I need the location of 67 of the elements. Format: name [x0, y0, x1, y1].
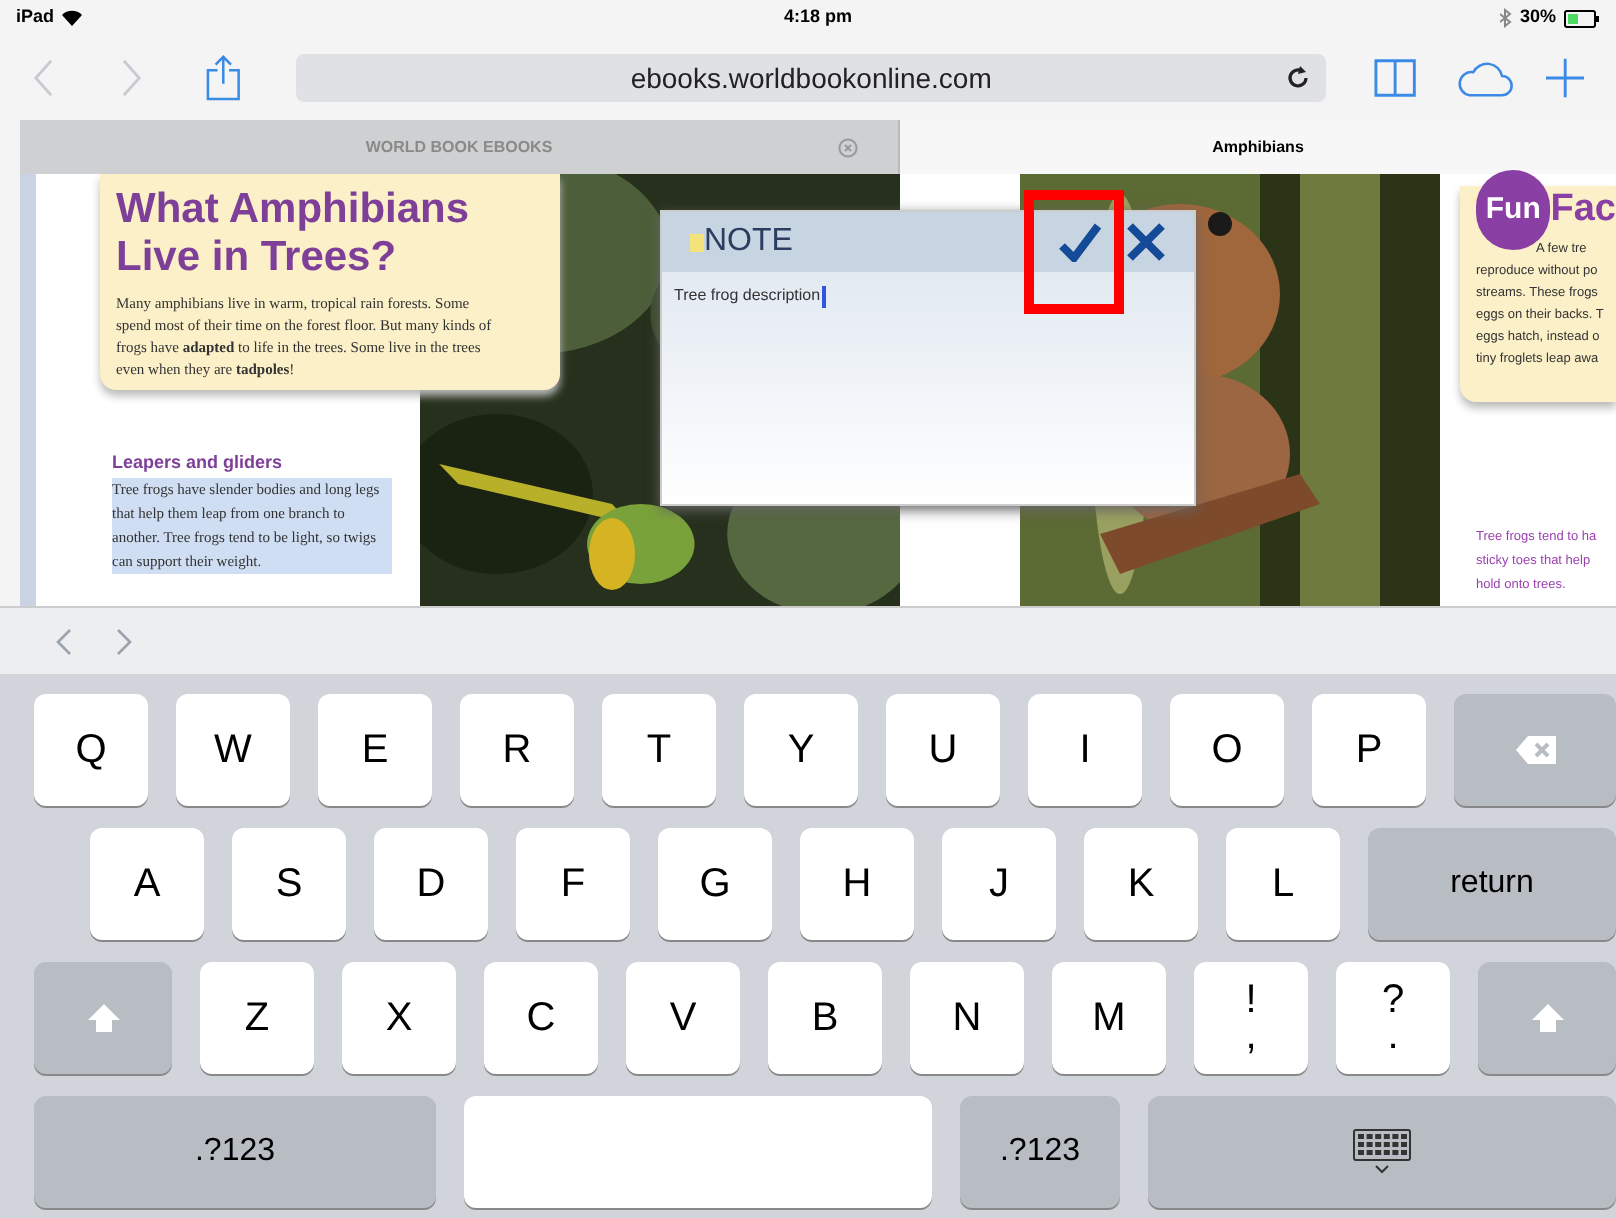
- fun-facts-title: Fac: [1550, 185, 1616, 234]
- check-icon[interactable]: [1058, 222, 1102, 262]
- device-name: iPad: [16, 4, 55, 31]
- shift-key[interactable]: [1478, 962, 1616, 1074]
- key[interactable]: A: [90, 828, 204, 940]
- key[interactable]: I: [1028, 694, 1142, 806]
- key[interactable]: P: [1312, 694, 1426, 806]
- key[interactable]: F: [516, 828, 630, 940]
- shift-key[interactable]: [34, 962, 172, 1074]
- key[interactable]: N: [910, 962, 1024, 1074]
- key-top-char: ?: [1381, 982, 1405, 1018]
- previous-field-icon[interactable]: [56, 627, 72, 655]
- return-key[interactable]: return: [1368, 828, 1616, 940]
- key[interactable]: H: [800, 828, 914, 940]
- key[interactable]: Q: [34, 694, 148, 806]
- key[interactable]: X: [342, 962, 456, 1074]
- key[interactable]: R: [460, 694, 574, 806]
- reload-icon[interactable]: [1285, 66, 1310, 90]
- key[interactable]: C: [484, 962, 598, 1074]
- address-field[interactable]: ebooks.worldbookonline.com: [296, 54, 1326, 102]
- key[interactable]: O: [1170, 694, 1284, 806]
- highlight-frame: [1024, 190, 1124, 314]
- text-cursor: [822, 285, 826, 307]
- key[interactable]: T: [602, 694, 716, 806]
- numbers-key[interactable]: .?123: [960, 1096, 1120, 1208]
- key[interactable]: Z: [200, 962, 314, 1074]
- note-icon: [690, 233, 704, 251]
- page-title: What Amphibians Live in Trees?: [116, 186, 472, 282]
- key-bottom-char: .: [1387, 1018, 1399, 1054]
- next-field-icon[interactable]: [116, 627, 132, 655]
- battery-percent: 30%: [1519, 4, 1556, 31]
- key-bottom-char: ,: [1245, 1018, 1257, 1054]
- key[interactable]: ? .: [1336, 962, 1450, 1074]
- key[interactable]: J: [942, 828, 1056, 940]
- key[interactable]: M: [1052, 962, 1166, 1074]
- shift-icon: [85, 1002, 121, 1034]
- backspace-key[interactable]: [1454, 694, 1616, 806]
- note-title: NOTE: [704, 222, 793, 262]
- close-icon[interactable]: [1126, 222, 1166, 262]
- key[interactable]: Y: [744, 694, 858, 806]
- bluetooth-icon: [1499, 8, 1512, 28]
- key[interactable]: U: [886, 694, 1000, 806]
- battery-icon: [1564, 9, 1600, 27]
- add-icon[interactable]: [1545, 58, 1584, 98]
- key[interactable]: D: [374, 828, 488, 940]
- key[interactable]: W: [176, 694, 290, 806]
- note-text-field[interactable]: Tree frog description: [662, 272, 1194, 308]
- clock: 4:18 pm: [784, 4, 853, 31]
- backspace-icon: [1513, 734, 1557, 766]
- keyboard-icon: [1352, 1128, 1412, 1176]
- key[interactable]: E: [318, 694, 432, 806]
- key[interactable]: B: [768, 962, 882, 1074]
- key[interactable]: L: [1226, 828, 1340, 940]
- key[interactable]: V: [626, 962, 740, 1074]
- key[interactable]: G: [658, 828, 772, 940]
- key-top-char: !: [1245, 982, 1257, 1018]
- shift-icon: [1529, 1002, 1565, 1034]
- book-icon[interactable]: [1373, 58, 1416, 98]
- numbers-key[interactable]: .?123: [34, 1096, 436, 1208]
- key[interactable]: S: [232, 828, 346, 940]
- cloud-icon[interactable]: [1456, 58, 1514, 98]
- section-heading: Leapers and gliders: [112, 450, 285, 476]
- wifi-icon: [62, 10, 83, 26]
- key[interactable]: ! ,: [1194, 962, 1308, 1074]
- share-icon[interactable]: [206, 54, 241, 102]
- key[interactable]: K: [1084, 828, 1198, 940]
- hide-keyboard-key[interactable]: [1148, 1096, 1616, 1208]
